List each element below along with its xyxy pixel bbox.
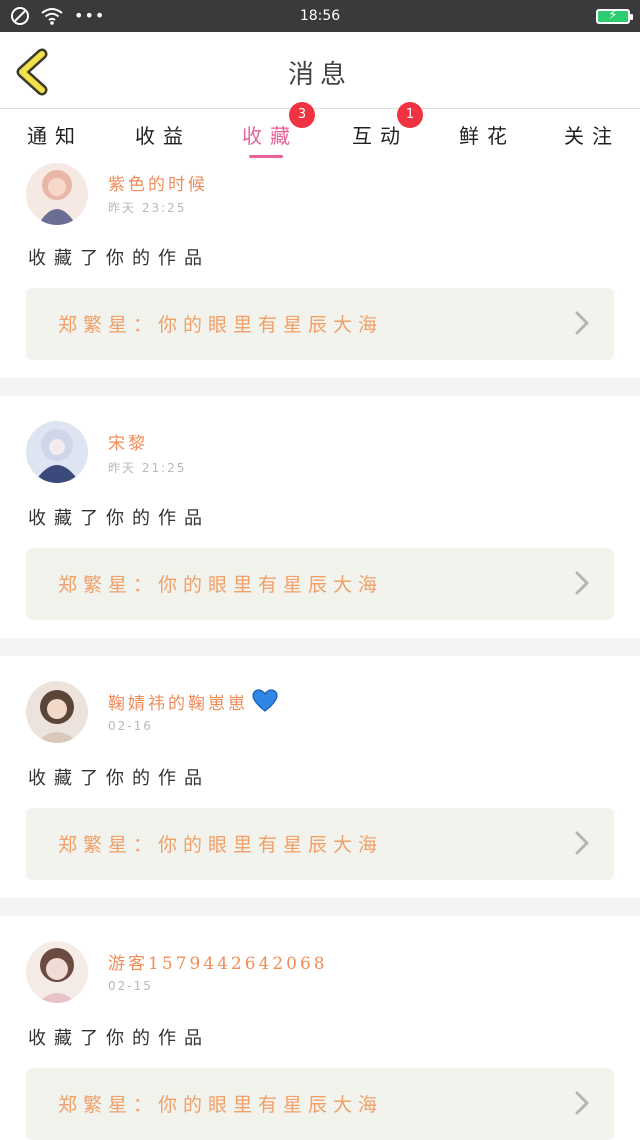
avatar-image <box>26 163 88 225</box>
tab-flowers[interactable]: 鲜花 <box>437 120 537 160</box>
list-item: 紫色的时候 昨天 23:25 收藏了你的作品 郑繁星：你的眼里有星辰大海 <box>0 160 640 378</box>
username[interactable]: 宋黎 <box>108 429 148 454</box>
action-text: 收藏了你的作品 <box>28 248 210 269</box>
avatar[interactable] <box>26 163 88 225</box>
charging-bolt-icon: ⚡ <box>608 8 618 23</box>
action-text: 收藏了你的作品 <box>28 508 210 529</box>
avatar-image <box>26 681 88 743</box>
action-text: 收藏了你的作品 <box>28 1028 210 1049</box>
status-bar: ••• 18:56 ⚡ <box>0 0 640 32</box>
avatar[interactable] <box>26 681 88 743</box>
username[interactable]: 游客1579442642068 <box>108 949 328 974</box>
work-link[interactable]: 郑繁星：你的眼里有星辰大海 <box>26 288 614 360</box>
work-title: 郑繁星：你的眼里有星辰大海 <box>58 574 384 596</box>
action-text: 收藏了你的作品 <box>28 768 210 789</box>
status-time: 18:56 <box>299 8 341 24</box>
work-title: 郑繁星：你的眼里有星辰大海 <box>58 314 384 336</box>
work-title: 郑繁星：你的眼里有星辰大海 <box>58 834 384 856</box>
username[interactable]: 鞠婧祎的鞠崽崽 <box>108 689 278 714</box>
page-title: 消息 <box>287 60 352 90</box>
list-item: 宋黎 昨天 21:25 收藏了你的作品 郑繁星：你的眼里有星辰大海 <box>0 396 640 638</box>
work-link[interactable]: 郑繁星：你的眼里有星辰大海 <box>26 548 614 620</box>
list-item: 游客1579442642068 02-15 收藏了你的作品 郑繁星：你的眼里有星… <box>0 916 640 1140</box>
username-text: 鞠婧祎的鞠崽崽 <box>108 694 248 714</box>
active-tab-indicator <box>249 155 283 158</box>
battery-icon: ⚡ <box>596 8 633 24</box>
chevron-right-icon <box>575 1091 589 1115</box>
tab-follows[interactable]: 关注 <box>542 120 640 160</box>
divider <box>0 898 640 916</box>
divider <box>0 638 640 656</box>
blue-heart-icon <box>252 689 278 712</box>
work-title: 郑繁星：你的眼里有星辰大海 <box>58 1094 384 1116</box>
avatar-image <box>26 421 88 483</box>
work-link[interactable]: 郑繁星：你的眼里有星辰大海 <box>26 808 614 880</box>
tab-notifications[interactable]: 通知 <box>5 120 105 160</box>
chevron-right-icon <box>575 311 589 335</box>
interactions-badge: 1 <box>397 102 423 128</box>
chevron-right-icon <box>575 831 589 855</box>
tab-earnings[interactable]: 收益 <box>113 120 213 160</box>
nav-header: 消息 <box>0 32 640 109</box>
work-link[interactable]: 郑繁星：你的眼里有星辰大海 <box>26 1068 614 1140</box>
chevron-right-icon <box>575 571 589 595</box>
timestamp: 02-16 <box>108 719 153 733</box>
avatar[interactable] <box>26 421 88 483</box>
favorites-badge: 3 <box>289 102 315 128</box>
timestamp: 02-15 <box>108 979 153 993</box>
timestamp: 昨天 21:25 <box>108 461 187 475</box>
list-item: 鞠婧祎的鞠崽崽 02-16 收藏了你的作品 郑繁星：你的眼里有星辰大海 <box>0 656 640 898</box>
username[interactable]: 紫色的时候 <box>108 170 208 195</box>
tab-bar: 通知 收益 收藏 互动 鲜花 关注 3 1 <box>0 102 640 160</box>
avatar[interactable] <box>26 941 88 1003</box>
timestamp: 昨天 23:25 <box>108 201 187 215</box>
avatar-image <box>26 941 88 1003</box>
divider <box>0 378 640 396</box>
